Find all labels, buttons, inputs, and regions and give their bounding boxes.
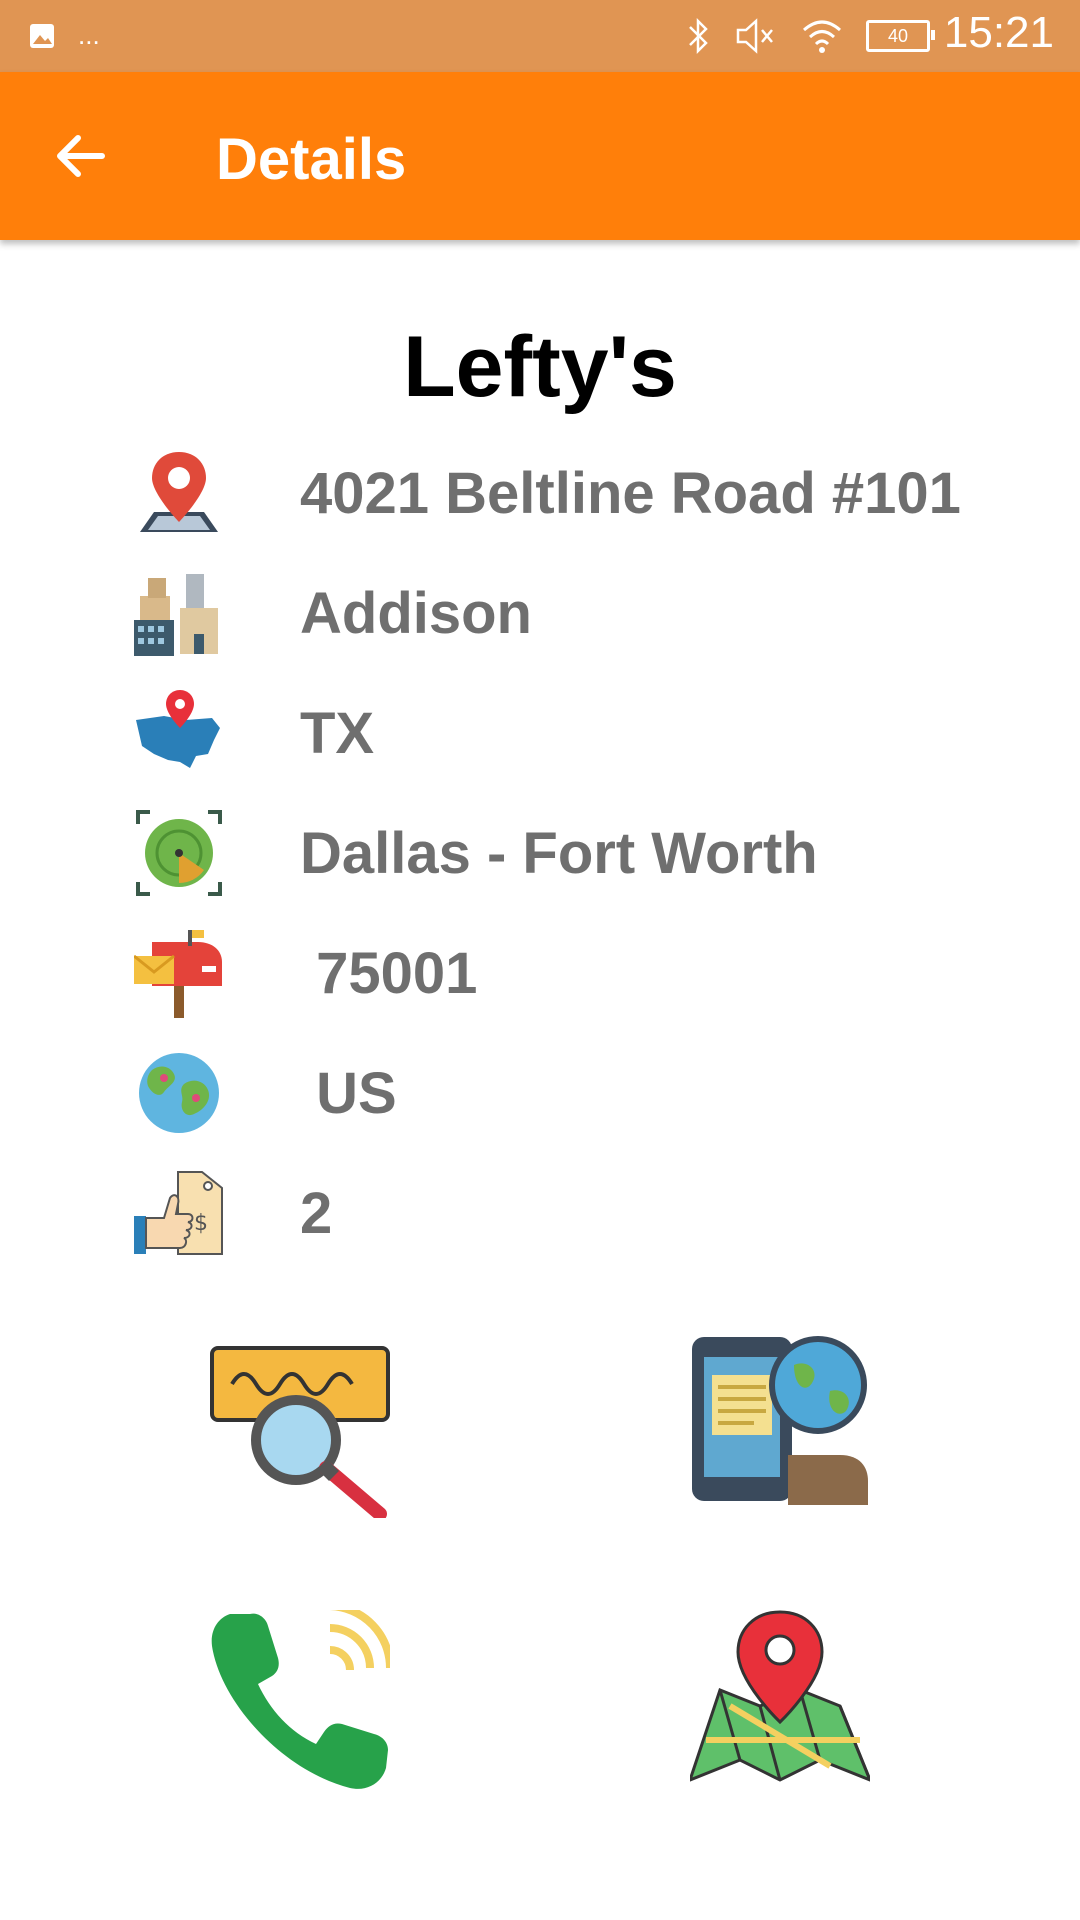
city-text: Addison xyxy=(300,581,532,646)
place-name: Lefty's xyxy=(403,319,677,415)
state-text: TX xyxy=(300,701,375,766)
price-tag-thumb-icon: $ xyxy=(134,1168,224,1258)
overflow-dots: ... xyxy=(78,20,100,50)
battery-icon: 40 xyxy=(866,20,935,52)
image-icon xyxy=(28,22,56,50)
country-text: US xyxy=(300,1061,397,1126)
svg-text:$: $ xyxy=(194,1211,208,1236)
status-bar: ... 40 15:21 xyxy=(0,0,1080,72)
call-button[interactable] xyxy=(210,1610,390,1790)
mute-icon xyxy=(734,16,778,56)
zip-row: 75001 xyxy=(134,928,1034,1018)
zip-text: 75001 xyxy=(300,941,478,1006)
phone-icon xyxy=(210,1610,390,1790)
website-button[interactable] xyxy=(690,1335,870,1515)
city-row: Addison xyxy=(134,568,1034,658)
mobile-globe-icon xyxy=(690,1335,870,1515)
map-pin-icon xyxy=(690,1610,870,1790)
battery-level: 40 xyxy=(887,25,909,46)
usa-map-pin-icon xyxy=(134,688,224,778)
back-button[interactable] xyxy=(40,116,120,196)
country-row: US xyxy=(134,1048,1034,1138)
price-text: 2 xyxy=(300,1181,333,1246)
wifi-icon xyxy=(800,16,844,56)
map-button[interactable] xyxy=(690,1610,870,1790)
city-buildings-icon xyxy=(134,568,224,658)
location-pin-icon xyxy=(134,448,224,538)
bluetooth-icon xyxy=(684,16,712,56)
address-row: 4021 Beltline Road #101 xyxy=(134,448,1034,538)
state-row: TX xyxy=(134,688,1034,778)
search-magnifier-icon xyxy=(210,1338,390,1518)
search-web-button[interactable] xyxy=(210,1338,390,1518)
status-time: 15:21 xyxy=(943,8,1054,57)
globe-icon xyxy=(134,1048,224,1138)
app-bar: Details xyxy=(0,72,1080,240)
arrow-back-icon xyxy=(52,128,108,184)
price-row: $ 2 xyxy=(134,1168,1034,1258)
mailbox-icon xyxy=(134,928,224,1018)
metro-row: Dallas - Fort Worth xyxy=(134,808,1034,898)
page-title: Details xyxy=(216,127,407,192)
metro-text: Dallas - Fort Worth xyxy=(300,821,818,886)
address-text: 4021 Beltline Road #101 xyxy=(300,461,961,526)
radar-icon xyxy=(134,808,224,898)
